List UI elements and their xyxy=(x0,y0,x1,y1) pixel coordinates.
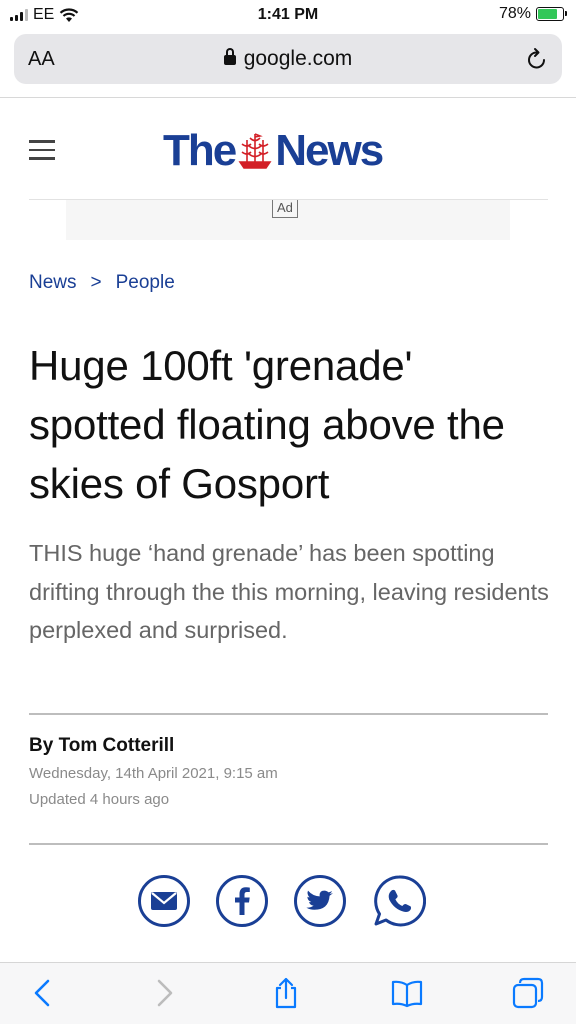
whatsapp-icon xyxy=(374,875,427,927)
ad-label: Ad xyxy=(272,200,298,218)
reload-icon[interactable] xyxy=(524,46,550,72)
share-whatsapp-button[interactable] xyxy=(372,874,427,928)
publish-date: Wednesday, 14th April 2021, 9:15 am xyxy=(29,765,278,782)
share-button[interactable] xyxy=(270,977,302,1009)
article-headline: Huge 100ft 'grenade' spotted floating ab… xyxy=(29,342,505,507)
back-button[interactable] xyxy=(27,977,59,1009)
url-field[interactable]: google.com xyxy=(14,47,562,71)
share-facebook-button[interactable] xyxy=(215,874,269,928)
breadcrumb-people[interactable]: People xyxy=(116,272,175,294)
ship-icon xyxy=(238,133,272,169)
breadcrumb: News > People xyxy=(29,272,175,294)
tabs-button[interactable] xyxy=(512,977,544,1009)
bookmarks-icon xyxy=(391,980,423,1008)
email-icon xyxy=(138,875,190,927)
browser-divider xyxy=(0,97,576,98)
forward-icon xyxy=(157,979,173,1007)
battery-percent: 78% xyxy=(498,5,531,22)
article-standfirst: THIS huge ‘hand grenade’ has been spotti… xyxy=(29,540,549,643)
byline-divider-top xyxy=(29,713,548,715)
logo-text-left: The xyxy=(163,126,237,175)
forward-button[interactable] xyxy=(148,977,180,1009)
author-byline[interactable]: By Tom Cotterill xyxy=(29,735,174,757)
menu-icon[interactable] xyxy=(29,140,55,160)
logo-text-right: News xyxy=(275,126,384,175)
back-icon xyxy=(34,979,50,1007)
share-twitter-button[interactable] xyxy=(293,874,347,928)
bookmarks-button[interactable] xyxy=(391,977,423,1009)
battery-fill xyxy=(538,9,557,19)
browser-toolbar xyxy=(0,962,576,1024)
byline-divider-bottom xyxy=(29,843,548,845)
status-bar: EE 1:41 PM 78% xyxy=(0,0,576,30)
share-email-button[interactable] xyxy=(137,874,191,928)
status-right: 78% xyxy=(498,5,567,23)
clock: 1:41 PM xyxy=(257,6,319,23)
battery-charging-icon xyxy=(536,7,567,21)
breadcrumb-separator: > xyxy=(90,272,102,293)
address-bar[interactable]: AA google.com xyxy=(14,34,562,84)
tabs-icon xyxy=(512,977,544,1009)
updated-time: Updated 4 hours ago xyxy=(29,791,170,808)
url-text: google.com xyxy=(243,47,353,70)
twitter-icon xyxy=(294,875,346,927)
facebook-icon xyxy=(216,875,268,927)
breadcrumb-news[interactable]: News xyxy=(29,272,77,294)
share-icon xyxy=(275,977,297,1009)
site-logo[interactable]: The News xyxy=(163,126,384,176)
lock-icon xyxy=(223,48,236,65)
